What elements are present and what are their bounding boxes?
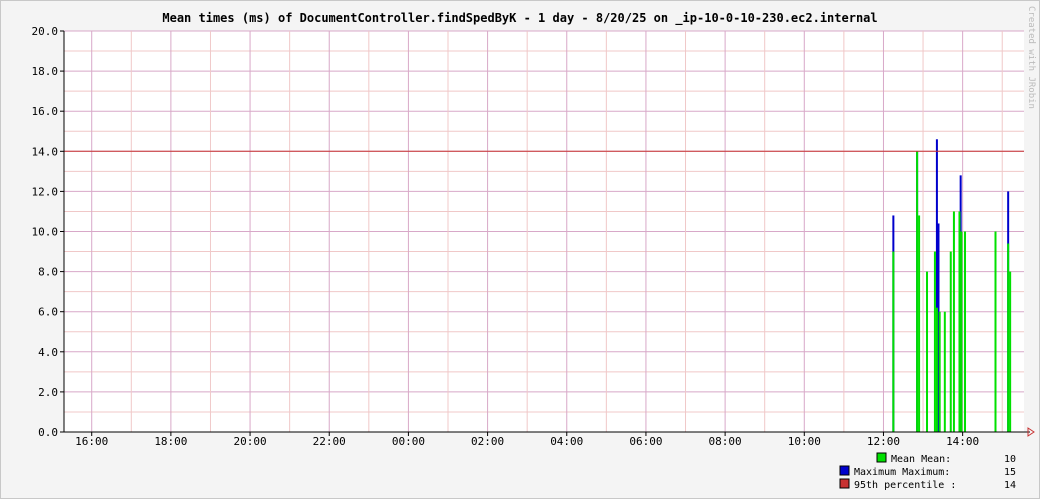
y-tick-label: 10.0 <box>32 226 59 239</box>
x-tick-label: 04:00 <box>550 435 583 448</box>
y-tick-label: 4.0 <box>38 346 58 359</box>
bar-mean <box>926 271 929 432</box>
legend-value: 15 <box>1004 467 1016 478</box>
chart: Mean times (ms) of DocumentController.fi… <box>0 0 1040 499</box>
bar-mean <box>964 231 967 432</box>
bar-mean <box>943 311 946 432</box>
x-tick-label: 12:00 <box>867 435 900 448</box>
y-tick-label: 18.0 <box>32 65 59 78</box>
x-tick-label: 10:00 <box>788 435 821 448</box>
y-tick-label: 6.0 <box>38 306 58 319</box>
x-tick-label: 14:00 <box>946 435 979 448</box>
legend-swatch <box>839 478 850 489</box>
x-tick-label: 00:00 <box>392 435 425 448</box>
bar-mean <box>1007 243 1010 432</box>
legend-swatch <box>876 452 887 463</box>
bar-mean <box>918 215 921 432</box>
bar-mean <box>958 211 961 432</box>
y-tick-label: 8.0 <box>38 266 58 279</box>
bar-mean <box>960 231 963 432</box>
y-tick-label: 2.0 <box>38 386 58 399</box>
bar-mean <box>916 151 919 433</box>
y-tick-label: 16.0 <box>32 105 59 118</box>
y-tick-label: 20.0 <box>32 25 59 38</box>
grid <box>64 30 1024 432</box>
x-tick-label: 08:00 <box>709 435 742 448</box>
bar-mean <box>949 251 952 432</box>
bar-mean <box>892 251 895 432</box>
legend-label: Maximum Maximum: <box>854 467 950 478</box>
y-tick-label: 14.0 <box>32 145 59 158</box>
bar-mean <box>935 307 938 432</box>
x-tick-label: 02:00 <box>471 435 504 448</box>
x-tick-label: 16:00 <box>75 435 108 448</box>
watermark: Created with JRobin <box>1026 6 1036 109</box>
bar-mean <box>952 211 955 432</box>
x-tick-label: 18:00 <box>154 435 187 448</box>
bar-mean <box>994 231 997 432</box>
legend-swatch <box>839 465 850 476</box>
x-tick-label: 22:00 <box>313 435 346 448</box>
bar-mean <box>1009 271 1012 432</box>
y-tick-label: 0.0 <box>38 426 58 439</box>
legend-value: 10 <box>1004 454 1016 465</box>
y-tick-label: 12.0 <box>32 185 59 198</box>
bar-mean <box>938 311 941 432</box>
bar-mean <box>933 251 936 432</box>
legend-label: 95th percentile : <box>854 480 956 491</box>
chart-title: Mean times (ms) of DocumentController.fi… <box>162 11 877 26</box>
legend-label: Mean Mean: <box>891 454 951 465</box>
x-tick-label: 06:00 <box>629 435 662 448</box>
x-tick-label: 20:00 <box>233 435 266 448</box>
legend-value: 14 <box>1004 480 1016 491</box>
